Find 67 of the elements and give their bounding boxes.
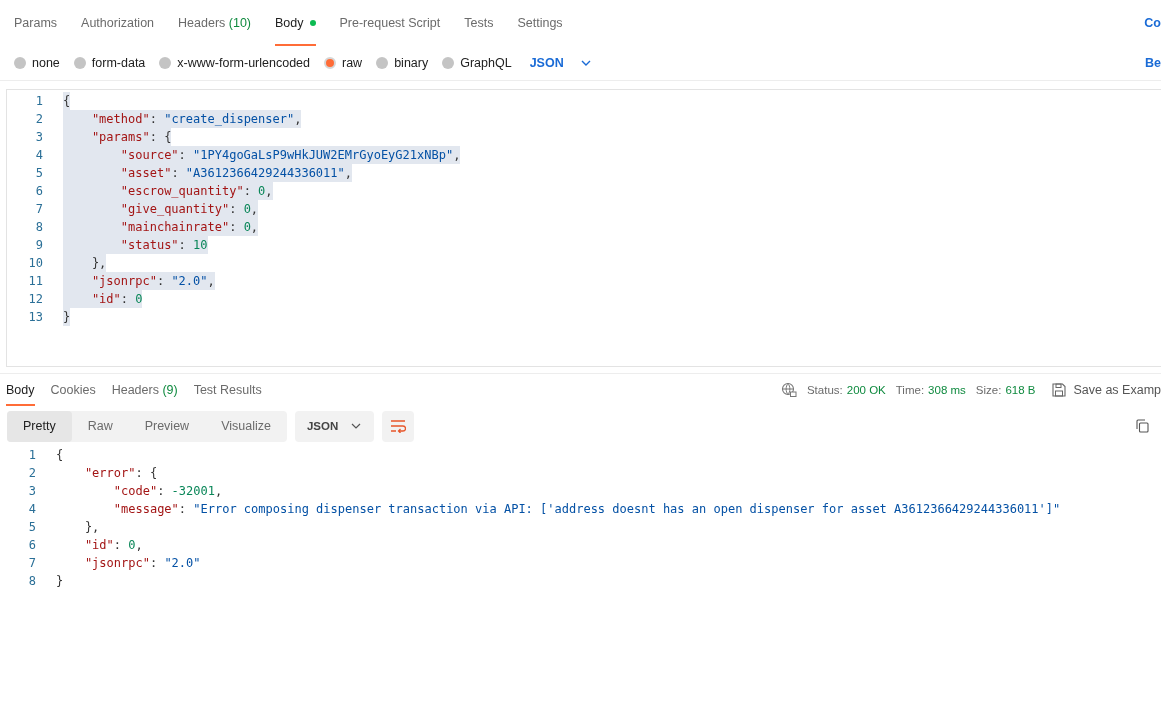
- line-number: 4: [27, 502, 37, 516]
- line-number: 6: [34, 184, 44, 198]
- line-number: 10: [27, 256, 44, 270]
- line-number: 8: [27, 574, 37, 588]
- body-type-radio[interactable]: x-www-form-urlencoded: [159, 56, 310, 70]
- body-type-radio[interactable]: none: [14, 56, 60, 70]
- body-type-radio[interactable]: binary: [376, 56, 429, 70]
- size-label: Size:: [975, 384, 1002, 396]
- line-number: 7: [27, 556, 37, 570]
- line-number: 5: [27, 520, 37, 534]
- code-line: "code": -32001,: [112, 483, 223, 500]
- response-tab[interactable]: Body: [6, 374, 35, 406]
- view-mode-button[interactable]: Raw: [71, 410, 129, 442]
- code-line: },: [83, 519, 100, 536]
- code-line: }: [56, 573, 64, 590]
- request-tab[interactable]: Authorization: [81, 0, 155, 46]
- response-format-dropdown[interactable]: JSON: [294, 410, 375, 442]
- save-as-example-button[interactable]: Save as Examp: [1045, 382, 1161, 398]
- code-line: "id": 0,: [83, 537, 143, 554]
- globe-lock-icon[interactable]: [780, 382, 797, 398]
- request-tab[interactable]: Body: [275, 0, 316, 46]
- cookies-link[interactable]: Co: [1144, 16, 1161, 30]
- line-number: 11: [27, 274, 44, 288]
- status-label: Status:: [806, 384, 843, 396]
- body-type-radio[interactable]: form-data: [73, 56, 146, 70]
- body-type-radio[interactable]: raw: [324, 56, 363, 70]
- line-number: 1: [27, 448, 37, 462]
- time-value: 308 ms: [928, 384, 966, 396]
- line-number: 8: [34, 220, 44, 234]
- chevron-down-icon: [350, 422, 363, 430]
- line-number: 7: [34, 202, 44, 216]
- view-mode-button[interactable]: Preview: [128, 410, 206, 442]
- request-tab[interactable]: Settings: [517, 0, 563, 46]
- wrap-lines-button[interactable]: [382, 410, 415, 442]
- time-label: Time:: [895, 384, 925, 396]
- line-number: 2: [27, 466, 37, 480]
- format-dropdown[interactable]: JSON: [525, 56, 592, 70]
- line-number: 9: [34, 238, 44, 252]
- code-line: "error": {: [83, 465, 158, 482]
- line-number: 12: [27, 292, 44, 306]
- view-mode-button[interactable]: Pretty: [7, 410, 72, 442]
- copy-icon[interactable]: [1134, 418, 1150, 434]
- line-number: 6: [27, 538, 37, 552]
- body-type-radio[interactable]: GraphQL: [442, 56, 512, 70]
- wrap-icon: [390, 419, 407, 433]
- request-tab[interactable]: Tests: [464, 0, 494, 46]
- code-line: {: [56, 447, 64, 464]
- chevron-down-icon: [579, 59, 592, 67]
- line-number: 1: [34, 94, 44, 108]
- code-line: "jsonrpc": "2.0": [83, 555, 201, 572]
- line-number: 13: [27, 310, 44, 324]
- request-tab[interactable]: Params: [14, 0, 58, 46]
- view-mode-button[interactable]: Visualize: [205, 410, 287, 442]
- line-number: 5: [34, 166, 44, 180]
- status-value: 200 OK: [846, 384, 886, 396]
- request-tab[interactable]: Pre-request Script: [339, 0, 441, 46]
- size-value: 618 B: [1005, 384, 1036, 396]
- line-number: 3: [27, 484, 37, 498]
- response-tab[interactable]: Headers (9): [111, 374, 178, 406]
- line-number: 2: [34, 112, 44, 126]
- response-tab[interactable]: Test Results: [193, 374, 262, 406]
- code-line: "message": "Error composing dispenser transaction via API: ['address doesnt has an open dispenser for asset A3612366429244336011']": [112, 501, 1061, 518]
- line-number: 3: [34, 130, 44, 144]
- request-tab[interactable]: Headers (10): [178, 0, 251, 46]
- response-tab[interactable]: Cookies: [50, 374, 96, 406]
- beautify-link[interactable]: Be: [1145, 56, 1161, 70]
- line-number: 4: [34, 148, 44, 162]
